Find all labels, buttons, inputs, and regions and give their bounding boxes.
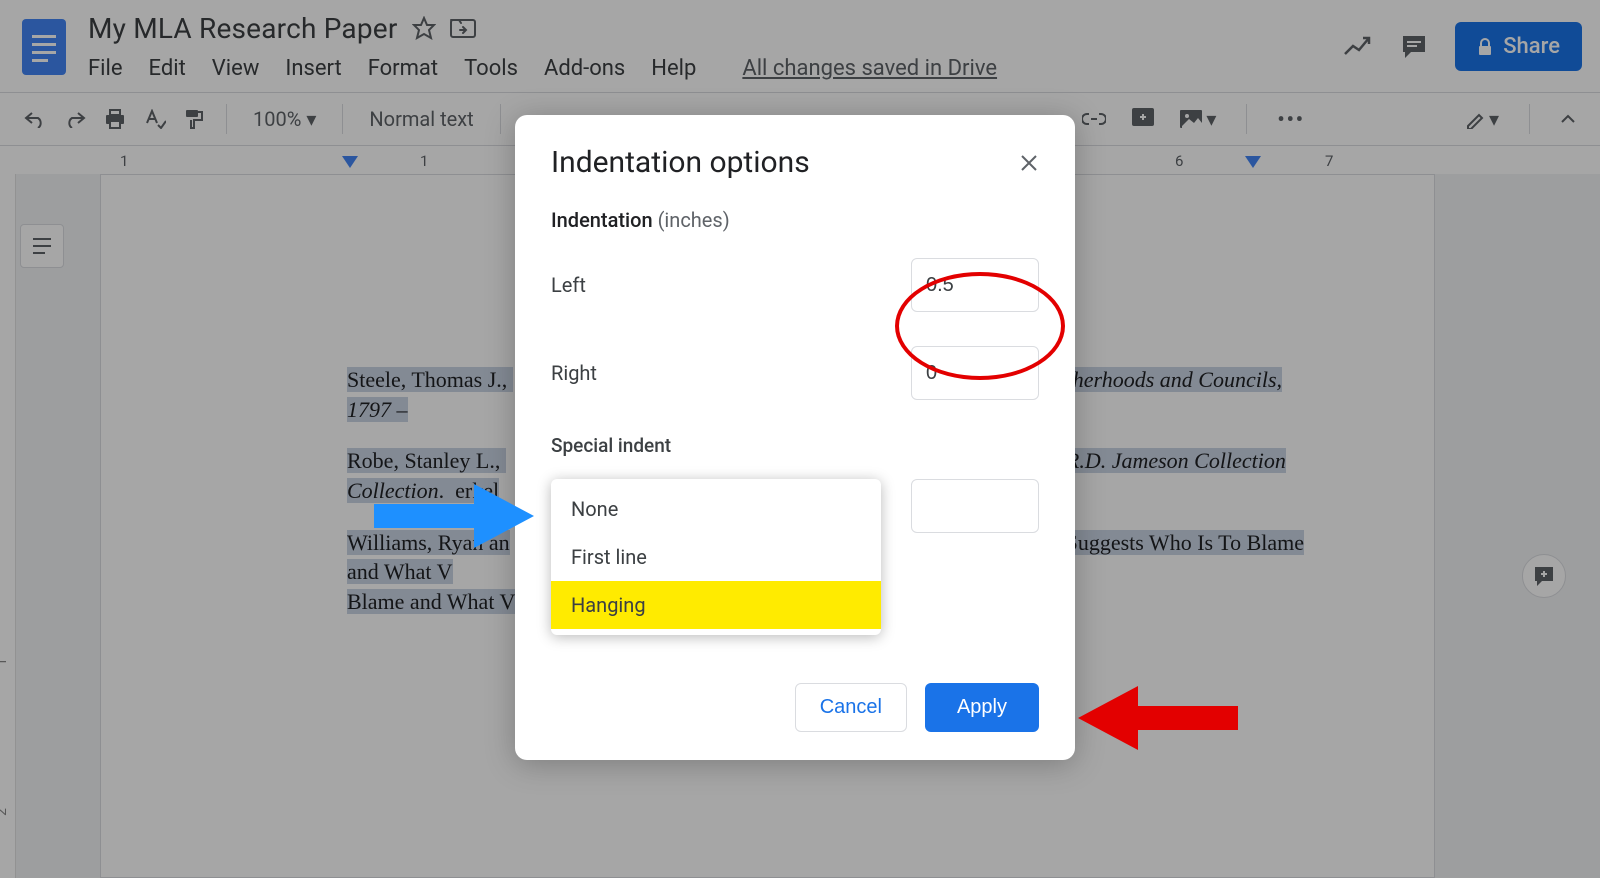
special-indent-label: Special indent xyxy=(551,434,1039,457)
dialog-title: Indentation options xyxy=(551,145,810,180)
right-indent-label: Right xyxy=(551,361,597,385)
insert-link-icon[interactable] xyxy=(1076,108,1112,130)
lock-icon xyxy=(1477,38,1493,56)
vertical-ruler[interactable]: 1 2 xyxy=(0,174,16,878)
document-title[interactable]: My MLA Research Paper xyxy=(88,12,398,45)
right-indent-input[interactable] xyxy=(911,346,1039,400)
app-header: My MLA Research Paper File Edit View Ins… xyxy=(0,0,1600,92)
option-first-line[interactable]: First line xyxy=(551,533,881,581)
save-status[interactable]: All changes saved in Drive xyxy=(742,56,997,81)
paint-format-icon[interactable] xyxy=(178,104,210,134)
insert-image-icon[interactable]: ▾ xyxy=(1174,103,1222,135)
undo-icon[interactable] xyxy=(18,106,52,132)
doc-text: Collection xyxy=(347,478,439,503)
indent-marker-icon[interactable] xyxy=(342,156,358,168)
move-icon[interactable] xyxy=(450,17,476,39)
option-hanging[interactable]: Hanging xyxy=(551,581,881,629)
indentation-dialog: Indentation options Indentation (inches)… xyxy=(515,115,1075,760)
apply-button[interactable]: Apply xyxy=(925,683,1039,732)
dialog-section-heading: Indentation (inches) xyxy=(551,208,1039,232)
menu-format[interactable]: Format xyxy=(368,56,438,81)
indent-marker-icon[interactable] xyxy=(1245,156,1261,168)
chevron-down-icon: ▾ xyxy=(1206,107,1216,131)
menu-help[interactable]: Help xyxy=(651,56,696,81)
share-label: Share xyxy=(1503,34,1560,59)
share-button[interactable]: Share xyxy=(1455,22,1582,71)
doc-text: Blame and What V xyxy=(347,589,515,614)
activity-icon[interactable] xyxy=(1343,36,1373,58)
close-icon[interactable] xyxy=(1019,153,1039,173)
menu-tools[interactable]: Tools xyxy=(464,56,518,81)
option-none[interactable]: None xyxy=(551,485,881,533)
add-comment-floating-icon[interactable] xyxy=(1522,554,1566,598)
ruler-tick: 1 xyxy=(120,152,128,170)
left-indent-input[interactable] xyxy=(911,258,1039,312)
menu-addons[interactable]: Add-ons xyxy=(544,56,625,81)
menu-insert[interactable]: Insert xyxy=(285,56,341,81)
ruler-tick: 2 xyxy=(0,808,10,816)
style-select[interactable]: Normal text xyxy=(359,103,483,135)
chevron-down-icon: ▾ xyxy=(1489,107,1499,131)
chevron-down-icon: ▾ xyxy=(306,107,316,131)
redo-icon[interactable] xyxy=(58,106,92,132)
editing-mode-icon[interactable]: ▾ xyxy=(1459,103,1505,135)
ruler-tick: 1 xyxy=(0,658,10,666)
star-icon[interactable] xyxy=(412,16,436,40)
outline-icon[interactable] xyxy=(20,224,64,268)
chevron-up-icon[interactable] xyxy=(1554,110,1582,128)
left-indent-label: Left xyxy=(551,273,586,297)
ruler-tick: 1 xyxy=(420,152,428,170)
more-icon[interactable]: ••• xyxy=(1271,103,1311,135)
menu-bar: File Edit View Insert Format Tools Add-o… xyxy=(88,48,1343,88)
ruler-tick: 6 xyxy=(1175,152,1183,170)
doc-text: Steele, Thomas J., xyxy=(347,367,513,392)
menu-view[interactable]: View xyxy=(212,56,260,81)
doc-text: Williams, Ryan an xyxy=(347,530,510,555)
ruler-tick: 7 xyxy=(1325,152,1333,170)
cancel-button[interactable]: Cancel xyxy=(795,683,907,732)
add-comment-icon[interactable] xyxy=(1126,104,1160,134)
comments-icon[interactable] xyxy=(1401,34,1427,60)
doc-text: . erkel xyxy=(439,478,499,503)
special-indent-input[interactable] xyxy=(911,479,1039,533)
menu-edit[interactable]: Edit xyxy=(149,56,186,81)
print-icon[interactable] xyxy=(98,105,132,133)
zoom-select[interactable]: 100% ▾ xyxy=(243,103,326,135)
doc-text: Robe, Stanley L., xyxy=(347,448,506,473)
docs-logo-icon[interactable] xyxy=(18,12,70,82)
menu-file[interactable]: File xyxy=(88,56,123,81)
doc-text: R.D. Jameson Collection xyxy=(1066,448,1286,473)
spellcheck-icon[interactable] xyxy=(138,105,172,133)
